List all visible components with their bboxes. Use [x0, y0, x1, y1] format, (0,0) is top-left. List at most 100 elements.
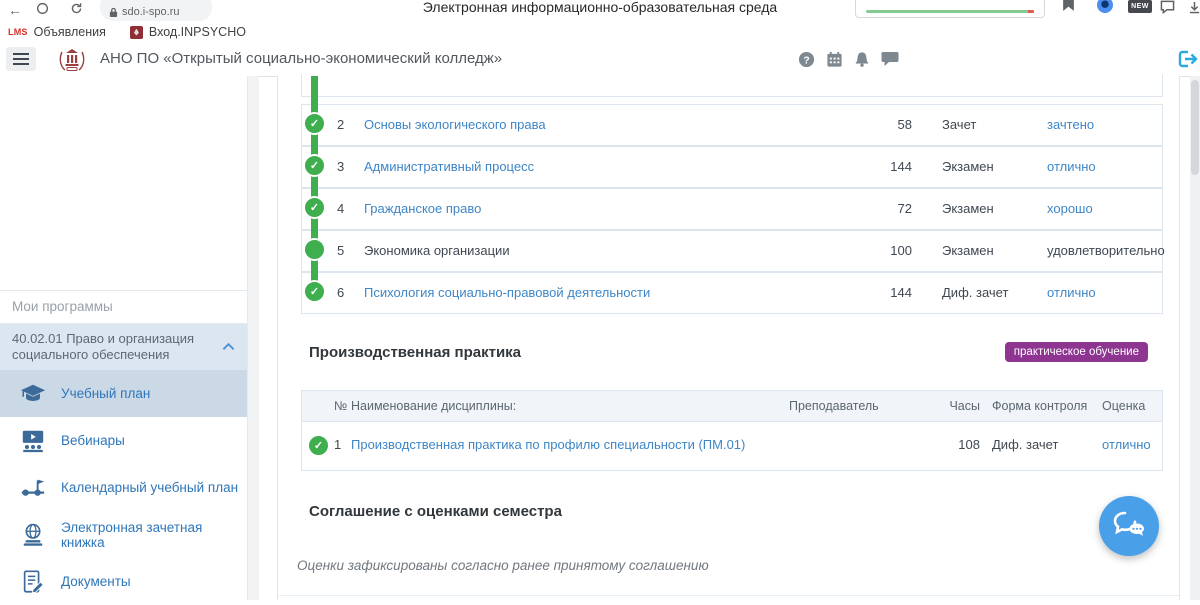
chevron-up-icon — [222, 342, 235, 351]
col-teacher: Преподаватель — [789, 391, 879, 421]
page-scrollbar-thumb[interactable] — [1191, 80, 1199, 175]
bookmark-inpsycho[interactable]: Вход.INPSYCHO — [130, 25, 246, 39]
grade-link[interactable]: хорошо — [1047, 189, 1093, 229]
sidebar-item-webinars[interactable]: Вебинары — [0, 417, 247, 464]
practice-section-title: Производственная практика — [309, 344, 521, 361]
col-hours: Часы — [922, 391, 980, 421]
lms-favicon: LMS — [8, 27, 28, 37]
sidebar-section-title: Мои программы — [0, 290, 247, 324]
discipline-link[interactable]: Административный процесс — [364, 147, 534, 187]
grade-link[interactable]: отлично — [1047, 147, 1096, 187]
hours-value: 144 — [842, 273, 912, 313]
feedback-bubble-icon[interactable] — [1160, 0, 1175, 14]
grade-value: удовлетворительно — [1047, 231, 1165, 271]
completed-check-icon: ✓ — [303, 154, 326, 177]
control-form: Экзамен — [942, 189, 994, 229]
bell-icon[interactable] — [854, 51, 870, 68]
row-number: 2 — [337, 105, 344, 145]
control-form: Диф. зачет — [992, 420, 1058, 470]
progress-timeline — [311, 76, 318, 301]
document-pencil-icon — [20, 569, 46, 595]
row-number: 6 — [337, 273, 344, 313]
completed-check-icon: ✓ — [303, 196, 326, 219]
grade-link[interactable]: отлично — [1102, 420, 1151, 470]
control-form: Диф. зачет — [942, 273, 1008, 313]
grade-link[interactable]: отлично — [1047, 273, 1096, 313]
table-row: 5 Экономика организации 100 Экзамен удов… — [301, 230, 1163, 272]
organization-title: АНО ПО «Открытый социально-экономический… — [100, 42, 502, 76]
hours-value: 144 — [842, 147, 912, 187]
table-row: 6 Психология социально-правовой деятельн… — [301, 272, 1163, 314]
table-row-partial — [301, 74, 1163, 97]
control-form: Экзамен — [942, 147, 994, 187]
bookmarks-bar: LMS Объявления Вход.INPSYCHO — [0, 22, 1200, 43]
sidebar-program-header[interactable]: 40.02.01 Право и организация социального… — [0, 324, 247, 370]
bookmark-announcements[interactable]: LMS Объявления — [8, 25, 106, 39]
hours-value: 100 — [842, 231, 912, 271]
logout-icon[interactable] — [1176, 48, 1198, 70]
bookmark-label: Вход.INPSYCHO — [149, 25, 246, 39]
program-title: 40.02.01 Право и организация социального… — [12, 331, 194, 362]
browser-toolbar: ← sdo.i-spo.ru Электронная информационно… — [0, 0, 1200, 22]
download-icon[interactable] — [1189, 1, 1200, 14]
row-number: 1 — [334, 420, 341, 470]
sidebar-item-label: Документы — [61, 574, 131, 589]
col-number: № — [334, 391, 347, 421]
table-row: ✓ 1 Производственная практика по профилю… — [301, 420, 1163, 471]
discipline-link[interactable]: Основы экологического права — [364, 105, 546, 145]
reviews-widget[interactable]: 45 отзывов — [855, 0, 1045, 18]
agreement-section-title: Соглашение с оценками семестра — [309, 503, 562, 520]
sidebar-item-label: Учебный план — [61, 386, 150, 401]
hours-value: 58 — [842, 105, 912, 145]
new-extension-badge[interactable]: NEW — [1128, 0, 1152, 13]
discipline-link[interactable]: Психология социально-правовой деятельнос… — [364, 273, 650, 313]
sidebar-item-label: Календарный учебный план — [61, 480, 238, 495]
chat-bubbles-icon — [1111, 510, 1147, 542]
completed-check-icon: ✓ — [307, 434, 330, 457]
inpsycho-favicon — [130, 26, 143, 39]
practice-badge: практическое обучение — [1005, 342, 1148, 362]
sidebar-item-label: Вебинары — [61, 433, 125, 448]
sidebar: Мои программы 40.02.01 Право и организац… — [0, 76, 247, 600]
globe-book-icon — [20, 522, 46, 548]
discipline-link[interactable]: Гражданское право — [364, 189, 481, 229]
hours-value: 72 — [842, 189, 912, 229]
chat-icon[interactable] — [881, 51, 899, 67]
bookmark-flag-icon[interactable] — [1062, 0, 1075, 12]
sidebar-scrollbar[interactable] — [247, 76, 259, 600]
svg-text:?: ? — [803, 55, 809, 66]
grade-link[interactable]: зачтено — [1047, 105, 1094, 145]
sidebar-item-documents[interactable]: Документы — [0, 558, 247, 605]
sidebar-item-curriculum[interactable]: Учебный план — [0, 370, 247, 417]
control-form: Зачет — [942, 105, 976, 145]
support-chat-button[interactable] — [1099, 496, 1159, 556]
agreement-note: Оценки зафиксированы согласно ранее прин… — [297, 558, 709, 573]
reviews-bar — [866, 10, 1034, 13]
completed-check-icon: ✓ — [303, 112, 326, 135]
sidebar-item-calendar-plan[interactable]: Календарный учебный план — [0, 464, 247, 511]
table-row: 3 Административный процесс 144 Экзамен о… — [301, 146, 1163, 188]
discipline-link[interactable]: Производственная практика по профилю спе… — [351, 420, 745, 470]
help-icon[interactable]: ? — [798, 51, 815, 68]
menu-toggle-button[interactable] — [6, 47, 36, 71]
row-number: 4 — [337, 189, 344, 229]
milestones-flag-icon — [20, 475, 46, 501]
col-control-form: Форма контроля — [992, 391, 1087, 421]
bookmark-label: Объявления — [34, 25, 106, 39]
college-logo — [57, 44, 87, 74]
discipline-name: Экономика организации — [364, 231, 510, 271]
graduation-cap-icon — [20, 381, 46, 407]
col-discipline: Наименование дисциплины: — [351, 391, 516, 421]
control-form: Экзамен — [942, 231, 994, 271]
pending-dot-icon — [303, 238, 326, 261]
sidebar-item-gradebook[interactable]: Электронная зачетная книжка — [0, 511, 247, 558]
calendar-icon[interactable] — [826, 51, 843, 68]
reviews-bar-tip — [1028, 10, 1034, 13]
table-row: 4 Гражданское право 72 Экзамен хорошо — [301, 188, 1163, 230]
webinar-icon — [20, 428, 46, 454]
curriculum-panel: 2 Основы экологического права 58 Зачет з… — [277, 76, 1180, 600]
row-number: 3 — [337, 147, 344, 187]
col-grade: Оценка — [1102, 391, 1145, 421]
app-header: АНО ПО «Открытый социально-экономический… — [0, 42, 1200, 77]
sidebar-item-label: Электронная зачетная книжка — [61, 520, 247, 550]
